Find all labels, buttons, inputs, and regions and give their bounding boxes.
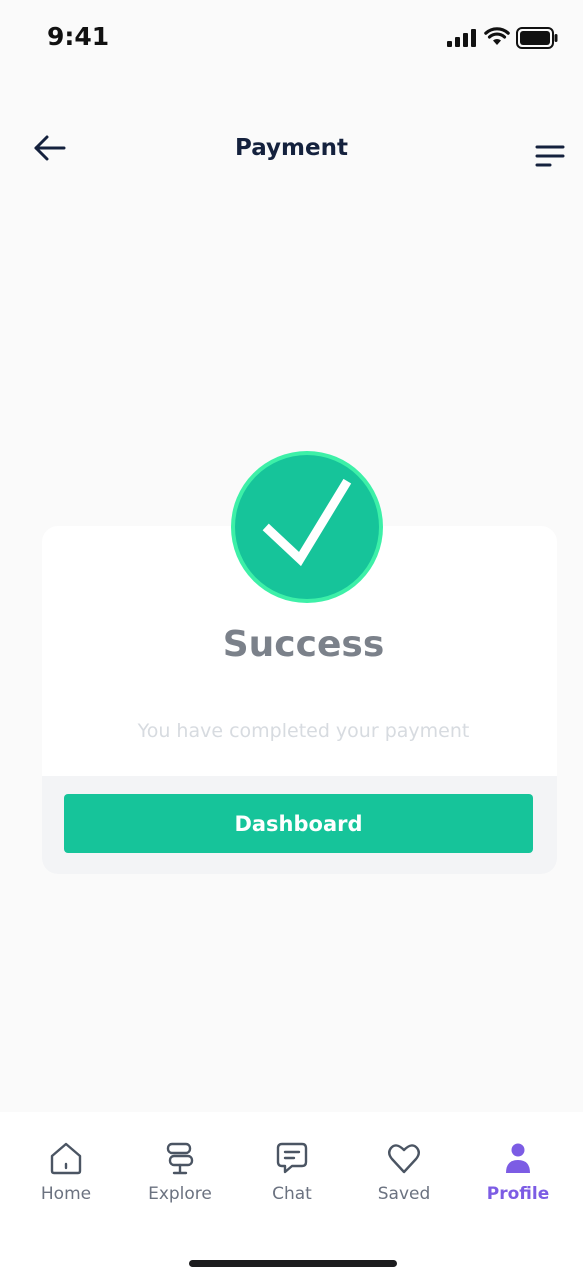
success-subtitle: You have completed your payment [137, 720, 470, 742]
tab-label: Home [40, 1184, 92, 1204]
tab-profile[interactable]: Profile [468, 1140, 568, 1210]
tab-label: Profile [486, 1184, 550, 1204]
wifi-icon [484, 27, 510, 45]
home-indicator[interactable] [189, 1260, 397, 1267]
chat-icon [276, 1142, 308, 1174]
dashboard-button[interactable]: Dashboard [64, 794, 533, 853]
tab-home[interactable]: Home [16, 1140, 116, 1210]
signpost-icon [166, 1142, 194, 1175]
header: Payment [0, 118, 583, 182]
tab-chat[interactable]: Chat [242, 1140, 342, 1210]
tab-label: Saved [377, 1184, 431, 1204]
menu-button[interactable] [534, 144, 566, 170]
home-icon [50, 1142, 82, 1175]
status-time: 9:41 [47, 22, 110, 51]
signal-icon [447, 29, 476, 47]
check-badge [229, 449, 385, 605]
success-title: Success [222, 624, 385, 665]
tab-label: Explore [148, 1184, 212, 1204]
menu-icon [535, 145, 565, 167]
tab-bar: Home Explore Chat Saved Profile [0, 1112, 583, 1280]
tab-explore[interactable]: Explore [130, 1140, 230, 1210]
tab-saved[interactable]: Saved [354, 1140, 454, 1210]
page-title: Payment [235, 135, 348, 161]
status-bar: 9:41 [0, 0, 583, 80]
user-icon [506, 1143, 530, 1173]
heart-icon [388, 1144, 420, 1174]
checkmark-icon [231, 451, 383, 603]
card-footer: Dashboard [42, 776, 557, 874]
tab-label: Chat [272, 1184, 312, 1204]
battery-icon [516, 27, 558, 49]
